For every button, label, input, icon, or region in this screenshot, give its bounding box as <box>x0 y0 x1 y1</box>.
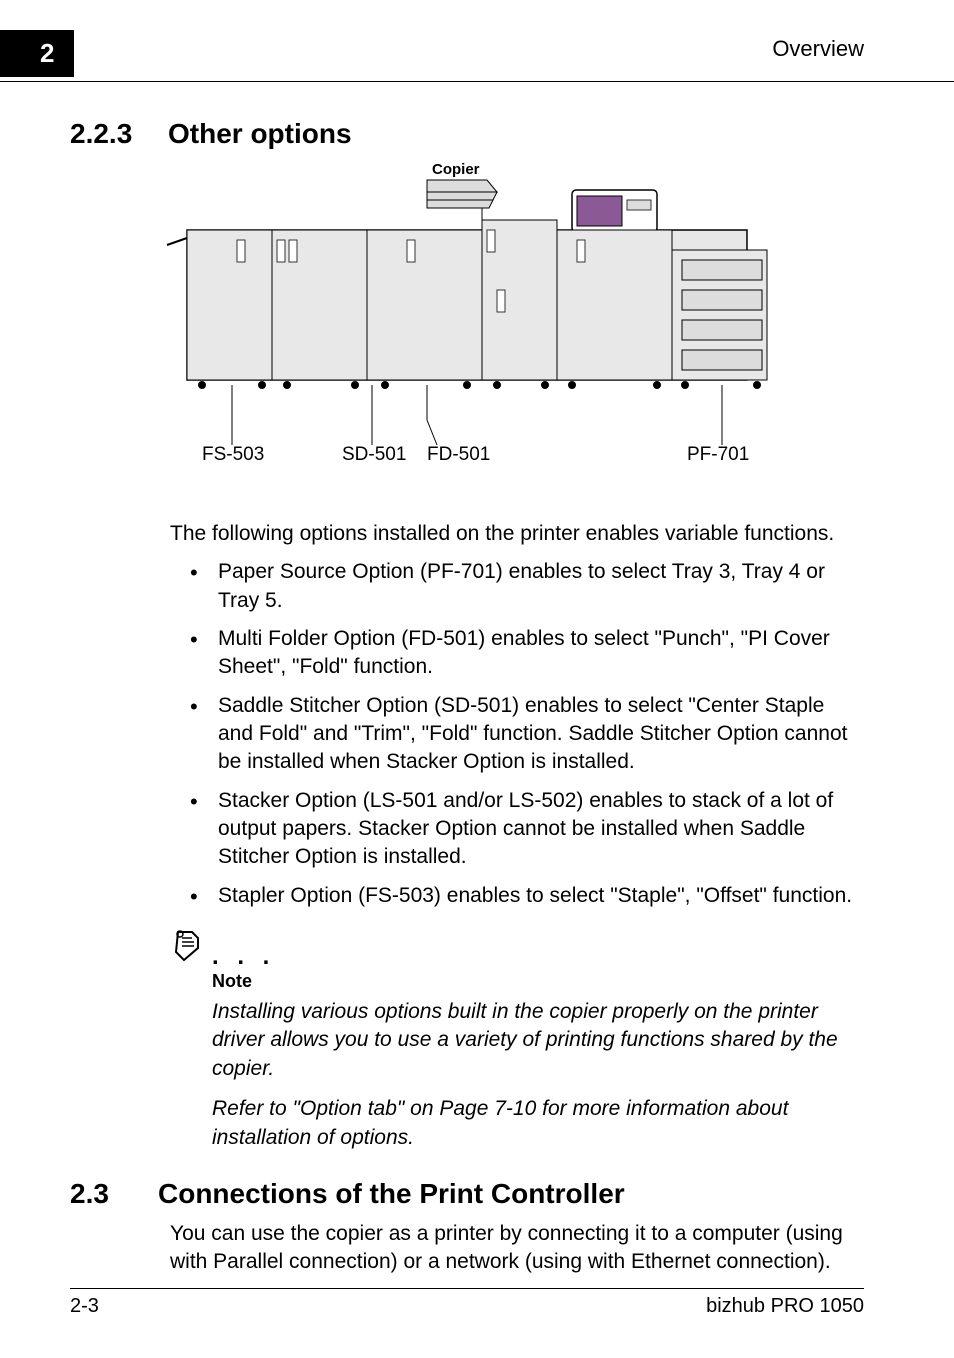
heading-title: Other options <box>168 118 352 150</box>
list-item: Multi Folder Option (FD-501) enables to … <box>190 625 864 682</box>
options-list: Paper Source Option (PF-701) enables to … <box>190 558 864 910</box>
footer-rule <box>70 1288 864 1289</box>
heading-title: Connections of the Print Controller <box>158 1178 625 1210</box>
list-item: Stapler Option (FS-503) enables to selec… <box>190 882 864 910</box>
connections-paragraph: You can use the copier as a printer by c… <box>170 1220 864 1277</box>
heading-other-options: 2.2.3 Other options <box>70 118 864 150</box>
heading-number: 2.3 <box>70 1178 128 1210</box>
page-header: 2 Overview <box>0 0 954 77</box>
diagram-label-sd501: SD-501 <box>342 444 406 460</box>
list-item: Stacker Option (LS-501 and/or LS-502) en… <box>190 787 864 872</box>
page-footer: 2-3 bizhub PRO 1050 <box>0 1288 954 1318</box>
note-label: Note <box>212 971 864 992</box>
svg-text:Copier: Copier <box>432 161 480 178</box>
list-item: Saddle Stitcher Option (SD-501) enables … <box>190 692 864 777</box>
intro-paragraph: The following options installed on the p… <box>170 520 864 548</box>
copier-diagram: Copier <box>70 160 864 460</box>
heading-number: 2.2.3 <box>70 118 150 150</box>
heading-connections: 2.3 Connections of the Print Controller <box>70 1178 864 1210</box>
note-paragraph-1: Installing various options built in the … <box>212 998 864 1083</box>
note-icon <box>170 928 206 973</box>
list-item: Paper Source Option (PF-701) enables to … <box>190 558 864 615</box>
diagram-label-pf701: PF-701 <box>687 444 749 460</box>
chapter-number-tab: 2 <box>0 30 74 77</box>
header-title: Overview <box>772 30 864 62</box>
note-paragraph-2: Refer to "Option tab" on Page 7-10 for m… <box>212 1095 864 1152</box>
page-number: 2-3 <box>70 1295 99 1318</box>
diagram-label-fs503: FS-503 <box>202 444 264 460</box>
product-name: bizhub PRO 1050 <box>706 1295 864 1318</box>
diagram-label-fd501: FD-501 <box>427 444 490 460</box>
note-dots: . . . <box>212 943 275 973</box>
note-block: . . . Note Installing various options bu… <box>170 928 864 1152</box>
